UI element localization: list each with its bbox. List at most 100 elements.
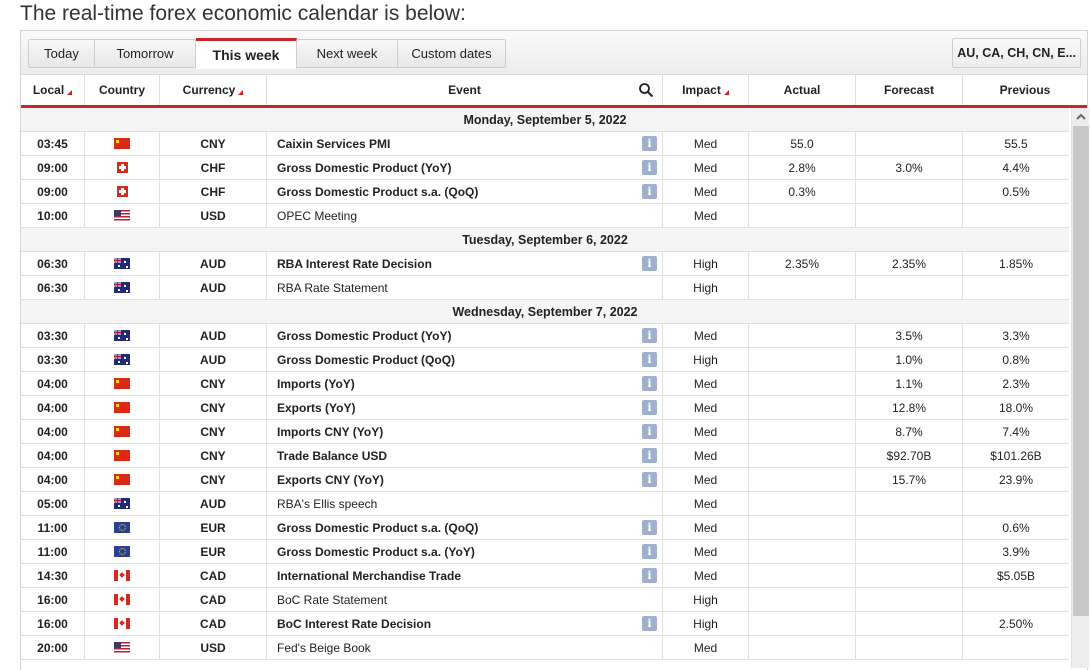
event-row[interactable]: 16:00 CAD BoC Rate Statement High bbox=[21, 588, 1069, 612]
event-forecast bbox=[856, 204, 963, 227]
event-name-cell[interactable]: RBA Rate Statement bbox=[267, 276, 663, 299]
event-row[interactable]: 06:30 AUD RBA Rate Statement High bbox=[21, 276, 1069, 300]
info-icon[interactable]: i bbox=[642, 352, 657, 367]
tab-this-week[interactable]: This week bbox=[196, 38, 297, 69]
event-row[interactable]: 20:00 USD Fed's Beige Book Med bbox=[21, 636, 1069, 660]
event-row[interactable]: 03:30 AUD Gross Domestic Product (YoY) i… bbox=[21, 324, 1069, 348]
event-row[interactable]: 03:30 AUD Gross Domestic Product (QoQ) i… bbox=[21, 348, 1069, 372]
event-name-cell[interactable]: Trade Balance USD i bbox=[267, 444, 663, 467]
event-name-cell[interactable]: Imports (YoY) i bbox=[267, 372, 663, 395]
info-icon[interactable]: i bbox=[642, 424, 657, 439]
event-row[interactable]: 09:00 CHF Gross Domestic Product s.a. (Q… bbox=[21, 180, 1069, 204]
info-icon[interactable]: i bbox=[642, 448, 657, 463]
event-name-cell[interactable]: Imports CNY (YoY) i bbox=[267, 420, 663, 443]
event-name: BoC Interest Rate Decision bbox=[277, 616, 432, 631]
flag-eu-icon bbox=[114, 546, 130, 557]
event-row[interactable]: 14:30 CAD International Merchandise Trad… bbox=[21, 564, 1069, 588]
event-actual bbox=[749, 492, 856, 515]
tab-custom-dates[interactable]: Custom dates bbox=[398, 39, 506, 68]
search-icon[interactable] bbox=[638, 82, 654, 98]
event-row[interactable]: 16:00 CAD BoC Interest Rate Decision i H… bbox=[21, 612, 1069, 636]
event-row[interactable]: 04:00 CNY Imports CNY (YoY) i Med 8.7% 7… bbox=[21, 420, 1069, 444]
column-actual: Actual bbox=[749, 75, 856, 105]
event-row[interactable]: 03:45 CNY Caixin Services PMI i Med 55.0… bbox=[21, 132, 1069, 156]
tab-today[interactable]: Today bbox=[28, 39, 95, 68]
event-name-cell[interactable]: Fed's Beige Book bbox=[267, 636, 663, 659]
info-icon[interactable]: i bbox=[642, 400, 657, 415]
flag-ca-icon bbox=[114, 594, 130, 605]
event-country bbox=[85, 468, 160, 491]
info-icon[interactable]: i bbox=[642, 256, 657, 271]
info-icon[interactable]: i bbox=[642, 160, 657, 175]
info-icon[interactable]: i bbox=[642, 328, 657, 343]
event-name: Imports (YoY) bbox=[277, 376, 355, 391]
event-row[interactable]: 11:00 EUR Gross Domestic Product s.a. (Q… bbox=[21, 516, 1069, 540]
info-icon[interactable]: i bbox=[642, 520, 657, 535]
event-name-cell[interactable]: International Merchandise Trade i bbox=[267, 564, 663, 587]
tab-tomorrow[interactable]: Tomorrow bbox=[95, 39, 196, 68]
event-row[interactable]: 10:00 USD OPEC Meeting Med bbox=[21, 204, 1069, 228]
event-actual: 2.35% bbox=[749, 252, 856, 275]
event-name-cell[interactable]: RBA's Ellis speech bbox=[267, 492, 663, 515]
event-actual bbox=[749, 636, 856, 659]
event-name-cell[interactable]: Exports (YoY) i bbox=[267, 396, 663, 419]
event-forecast: 3.0% bbox=[856, 156, 963, 179]
event-row[interactable]: 04:00 CNY Exports (YoY) i Med 12.8% 18.0… bbox=[21, 396, 1069, 420]
event-name-cell[interactable]: Gross Domestic Product s.a. (QoQ) i bbox=[267, 180, 663, 203]
event-name-cell[interactable]: Gross Domestic Product (YoY) i bbox=[267, 324, 663, 347]
event-name-cell[interactable]: BoC Rate Statement bbox=[267, 588, 663, 611]
event-row[interactable]: 04:00 CNY Exports CNY (YoY) i Med 15.7% … bbox=[21, 468, 1069, 492]
event-name-cell[interactable]: RBA Interest Rate Decision i bbox=[267, 252, 663, 275]
event-actual bbox=[749, 564, 856, 587]
info-icon[interactable]: i bbox=[642, 568, 657, 583]
event-country bbox=[85, 372, 160, 395]
info-icon[interactable]: i bbox=[642, 136, 657, 151]
event-actual bbox=[749, 420, 856, 443]
event-row[interactable]: 06:30 AUD RBA Interest Rate Decision i H… bbox=[21, 252, 1069, 276]
event-time: 04:00 bbox=[21, 372, 85, 395]
event-name-cell[interactable]: Gross Domestic Product (QoQ) i bbox=[267, 348, 663, 371]
event-country bbox=[85, 444, 160, 467]
info-icon[interactable]: i bbox=[642, 616, 657, 631]
event-name-cell[interactable]: OPEC Meeting bbox=[267, 204, 663, 227]
scroll-up-button[interactable] bbox=[1072, 108, 1089, 125]
column-forecast-label: Forecast bbox=[883, 83, 935, 97]
info-icon[interactable]: i bbox=[642, 184, 657, 199]
event-name-cell[interactable]: Gross Domestic Product (YoY) i bbox=[267, 156, 663, 179]
event-impact: Med bbox=[663, 156, 749, 179]
event-name-cell[interactable]: Caixin Services PMI i bbox=[267, 132, 663, 155]
event-name-cell[interactable]: Gross Domestic Product s.a. (YoY) i bbox=[267, 540, 663, 563]
event-currency: EUR bbox=[160, 540, 267, 563]
event-impact: High bbox=[663, 588, 749, 611]
event-name: Fed's Beige Book bbox=[277, 640, 371, 655]
info-icon[interactable]: i bbox=[642, 376, 657, 391]
event-currency: AUD bbox=[160, 252, 267, 275]
event-name: Exports (YoY) bbox=[277, 400, 356, 415]
event-country bbox=[85, 540, 160, 563]
event-row[interactable]: 05:00 AUD RBA's Ellis speech Med bbox=[21, 492, 1069, 516]
tab-next-week[interactable]: Next week bbox=[297, 39, 398, 68]
event-time: 11:00 bbox=[21, 540, 85, 563]
info-icon[interactable]: i bbox=[642, 544, 657, 559]
column-event: Event bbox=[267, 75, 663, 105]
event-forecast: 3.5% bbox=[856, 324, 963, 347]
event-name-cell[interactable]: BoC Interest Rate Decision i bbox=[267, 612, 663, 635]
event-row[interactable]: 04:00 CNY Trade Balance USD i Med $92.70… bbox=[21, 444, 1069, 468]
event-impact: Med bbox=[663, 444, 749, 467]
event-name-cell[interactable]: Exports CNY (YoY) i bbox=[267, 468, 663, 491]
event-impact: Med bbox=[663, 180, 749, 203]
column-currency[interactable]: Currency bbox=[160, 75, 267, 105]
event-row[interactable]: 04:00 CNY Imports (YoY) i Med 1.1% 2.3% bbox=[21, 372, 1069, 396]
event-time: 09:00 bbox=[21, 180, 85, 203]
event-currency: CNY bbox=[160, 396, 267, 419]
event-name-cell[interactable]: Gross Domestic Product s.a. (QoQ) i bbox=[267, 516, 663, 539]
column-local[interactable]: Local bbox=[21, 75, 85, 105]
column-impact[interactable]: Impact bbox=[663, 75, 749, 105]
info-icon[interactable]: i bbox=[642, 472, 657, 487]
vertical-scrollbar[interactable] bbox=[1071, 108, 1089, 668]
country-filter-button[interactable]: AU, CA, CH, CN, E... bbox=[952, 38, 1081, 68]
flag-cn-icon bbox=[114, 138, 130, 149]
event-row[interactable]: 11:00 EUR Gross Domestic Product s.a. (Y… bbox=[21, 540, 1069, 564]
event-row[interactable]: 09:00 CHF Gross Domestic Product (YoY) i… bbox=[21, 156, 1069, 180]
scrollbar-thumb[interactable] bbox=[1073, 126, 1089, 616]
